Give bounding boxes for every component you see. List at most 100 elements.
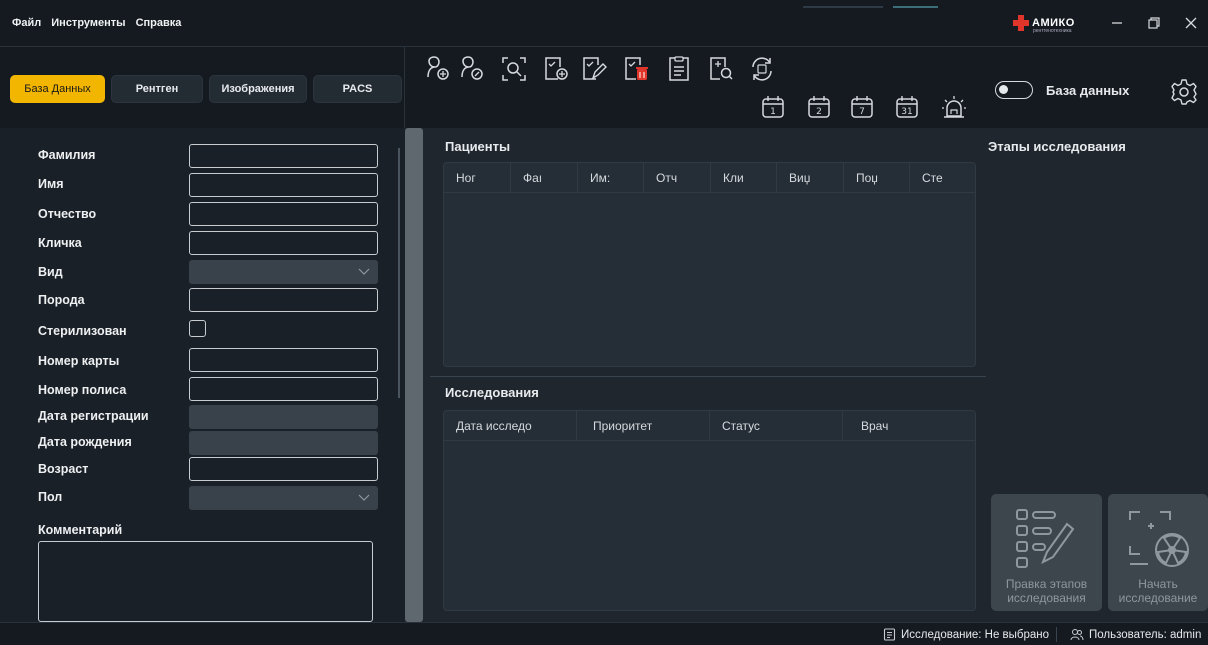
- label-sex: Пол: [38, 490, 63, 504]
- sync-icon[interactable]: [748, 55, 776, 83]
- age-field[interactable]: [189, 457, 378, 481]
- gear-icon[interactable]: [1170, 78, 1198, 106]
- breed-field[interactable]: [189, 288, 378, 312]
- edit-patient-icon[interactable]: [457, 55, 485, 83]
- patronymic-field[interactable]: [189, 202, 378, 226]
- edit-stages-label: Правка этапов исследования: [991, 577, 1102, 605]
- database-toggle[interactable]: [995, 81, 1033, 99]
- tab-database[interactable]: База Данных: [10, 75, 105, 103]
- studies-table-header: Дата исследо Приоритет Статус Врач: [444, 411, 975, 441]
- edit-stages-label-line1: Правка этапов: [1005, 577, 1088, 591]
- label-age: Возраст: [38, 462, 89, 476]
- label-policy-number: Номер полиса: [38, 383, 127, 397]
- start-study-icon: [1129, 511, 1189, 567]
- calendar-day-1-icon[interactable]: 1: [760, 94, 788, 122]
- calendar-day-31-icon[interactable]: 31: [894, 94, 922, 122]
- label-comment: Комментарий: [38, 523, 123, 537]
- sterilized-checkbox[interactable]: [189, 320, 206, 337]
- report-icon[interactable]: [665, 55, 693, 83]
- patients-col-species[interactable]: Виџ: [777, 163, 844, 193]
- status-separator: [1056, 627, 1057, 642]
- label-surname: Фамилия: [38, 148, 96, 162]
- studies-col-date[interactable]: Дата исследо: [444, 411, 577, 441]
- patients-col-surname[interactable]: Фаı: [511, 163, 578, 193]
- patients-col-patronymic[interactable]: Отч: [644, 163, 711, 193]
- restore-button[interactable]: [1143, 12, 1165, 34]
- start-study-label-line2: исследование: [1118, 591, 1198, 605]
- start-study-button[interactable]: Начать исследование: [1108, 494, 1208, 611]
- patient-form-panel: Фамилия Имя Отчество Кличка Вид Порода С…: [0, 128, 405, 622]
- calendar-day-31-label: 31: [901, 107, 912, 117]
- menu-tools[interactable]: Инструменты: [51, 17, 125, 29]
- menu-help[interactable]: Справка: [136, 17, 182, 29]
- panel-splitter[interactable]: [405, 128, 423, 622]
- toolbar-divider: [404, 47, 405, 129]
- label-card-number: Номер карты: [38, 354, 120, 368]
- patients-title: Пациенты: [445, 139, 511, 154]
- status-user-text: Пользователь: admin: [1089, 628, 1202, 641]
- reg-date-field: [189, 405, 378, 429]
- label-nickname: Кличка: [38, 236, 82, 250]
- alarm-icon[interactable]: [940, 93, 968, 121]
- menu-bar: Файл Инструменты Справка: [12, 17, 181, 29]
- label-birth-date: Дата рождения: [38, 435, 132, 449]
- policy-number-field[interactable]: [189, 377, 378, 401]
- surname-field[interactable]: [189, 144, 378, 168]
- studies-col-priority[interactable]: Приоритет: [577, 411, 710, 441]
- search-study-icon[interactable]: [707, 55, 735, 83]
- patients-col-number[interactable]: Нoг: [444, 163, 511, 193]
- status-bar: Исследование: Не выбрано Пользователь: a…: [0, 622, 1208, 645]
- form-scrollbar[interactable]: [398, 148, 400, 398]
- edit-stages-icon: [1016, 509, 1075, 568]
- delete-study-icon[interactable]: [622, 55, 650, 83]
- minimize-button[interactable]: [1106, 12, 1128, 34]
- patients-col-nickname[interactable]: Кли: [711, 163, 777, 193]
- calendar-day-7-label: 7: [859, 107, 865, 117]
- tab-images[interactable]: Изображения: [209, 75, 307, 103]
- patients-col-name[interactable]: Им:: [578, 163, 644, 193]
- start-study-label: Начать исследование: [1108, 577, 1208, 605]
- species-select[interactable]: [189, 260, 378, 284]
- label-sterilized: Стерилизован: [38, 324, 127, 338]
- studies-col-doctor[interactable]: Врач: [843, 411, 976, 441]
- add-study-icon[interactable]: [542, 55, 570, 83]
- users-icon: [1070, 629, 1084, 641]
- edit-stages-label-line2: исследования: [1007, 591, 1086, 605]
- patients-table-header: Нoг Фаı Им: Отч Кли Виџ Поџ Сте: [444, 163, 975, 193]
- logo-cross-icon: [1013, 15, 1029, 31]
- calendar-day-2-icon[interactable]: 2: [806, 94, 834, 122]
- nickname-field[interactable]: [189, 231, 378, 255]
- title-bar: Файл Инструменты Справка АМИКО рентгенот…: [0, 0, 1208, 46]
- close-button[interactable]: [1180, 12, 1202, 34]
- status-study: Исследование: Не выбрано: [883, 628, 1049, 641]
- label-breed: Порода: [38, 293, 85, 307]
- studies-col-status[interactable]: Статус: [710, 411, 843, 441]
- search-patient-icon[interactable]: [500, 55, 528, 83]
- logo-subtext: рентгенотехника: [1033, 28, 1072, 34]
- card-number-field[interactable]: [189, 348, 378, 372]
- name-field[interactable]: [189, 173, 378, 197]
- label-patronymic: Отчество: [38, 207, 97, 221]
- patients-col-breed[interactable]: Поџ: [844, 163, 910, 193]
- patients-table[interactable]: Нoг Фаı Им: Отч Кли Виџ Поџ Сте: [443, 162, 976, 367]
- tab-xray[interactable]: Рентген: [111, 75, 203, 103]
- studies-table[interactable]: Дата исследо Приоритет Статус Врач: [443, 410, 976, 611]
- patients-col-sterilized[interactable]: Сте: [910, 163, 976, 193]
- logo: АМИКО рентгенотехника: [1013, 15, 1075, 34]
- title-accent-line: [803, 6, 883, 8]
- close-icon: [1185, 17, 1197, 29]
- calendar-day-1-label: 1: [770, 107, 776, 117]
- tab-pacs[interactable]: PACS: [313, 75, 402, 103]
- label-species: Вид: [38, 265, 63, 279]
- title-accent-line-2: [893, 6, 938, 8]
- calendar-day-7-icon[interactable]: 7: [849, 94, 877, 122]
- edit-stages-button[interactable]: Правка этапов исследования: [991, 494, 1102, 611]
- section-divider: [430, 376, 986, 377]
- birth-date-field[interactable]: [189, 431, 378, 455]
- edit-study-icon[interactable]: [580, 55, 608, 83]
- add-patient-icon[interactable]: [423, 55, 451, 83]
- sex-select[interactable]: [189, 486, 378, 510]
- comment-textarea[interactable]: [38, 541, 373, 622]
- menu-file[interactable]: Файл: [12, 17, 41, 29]
- status-study-text: Исследование: Не выбрано: [901, 628, 1050, 641]
